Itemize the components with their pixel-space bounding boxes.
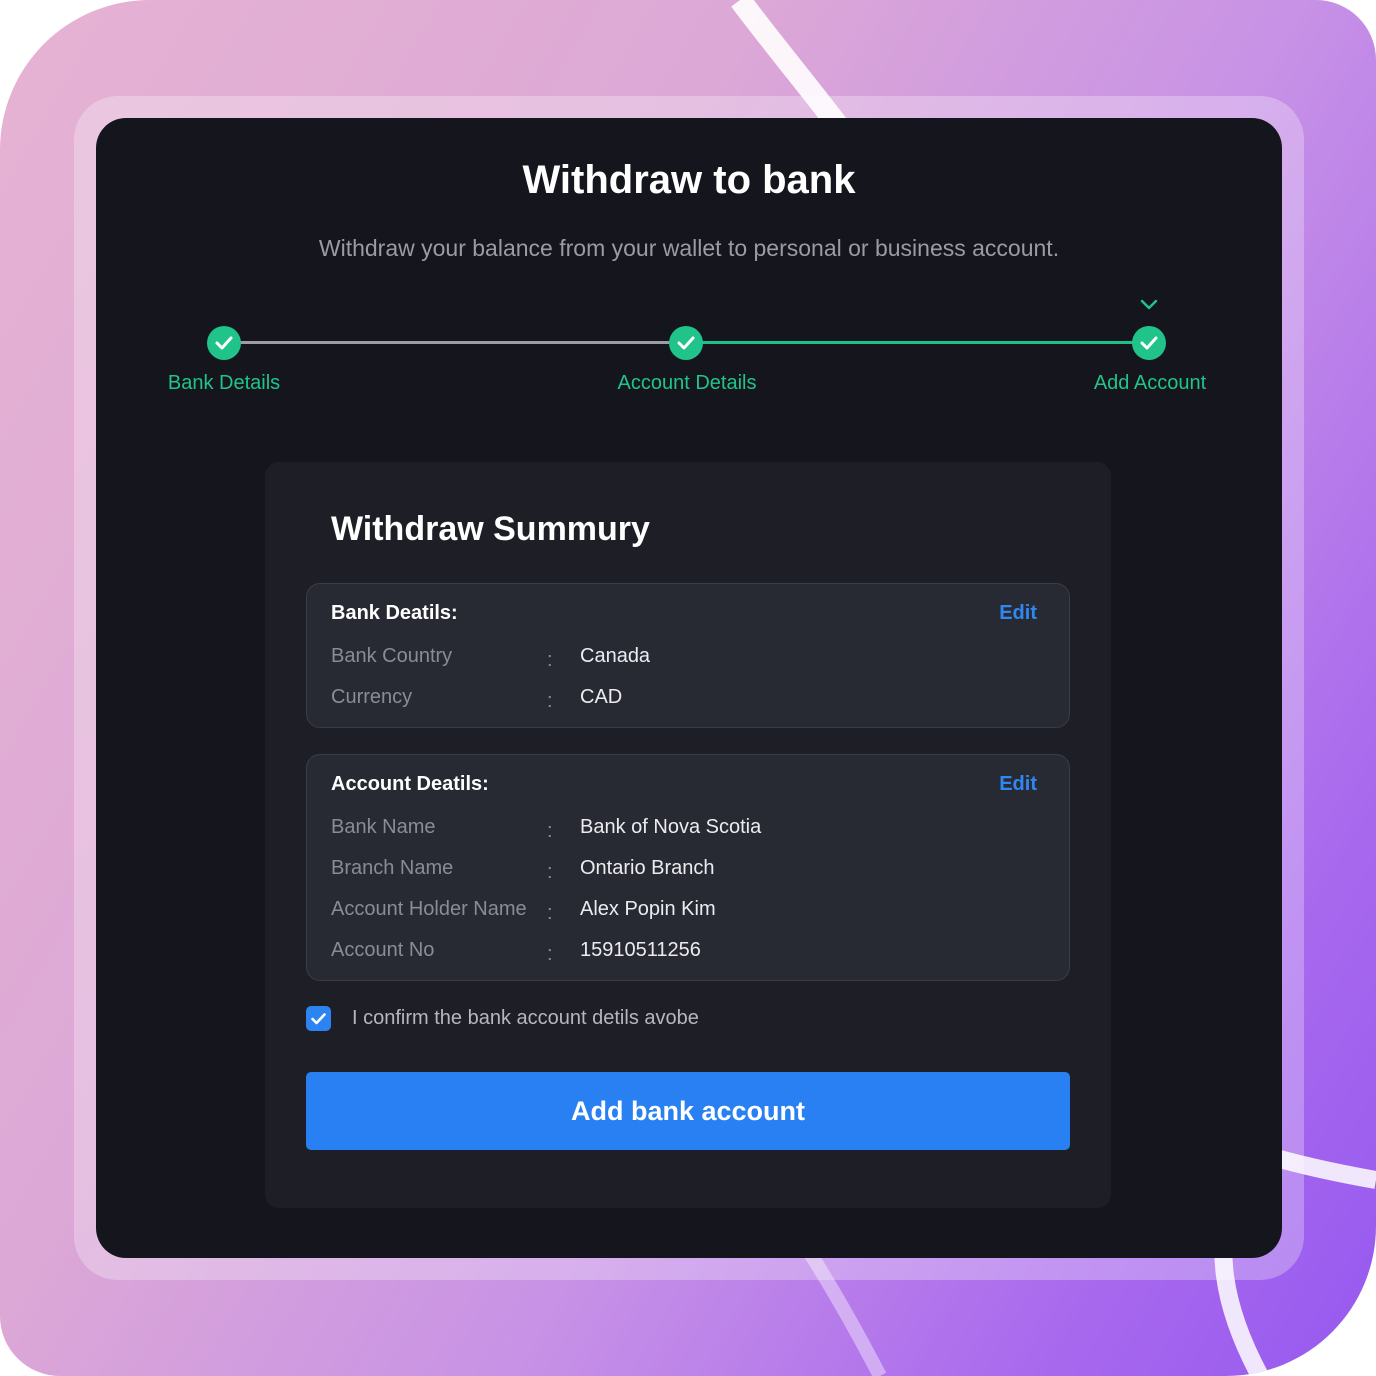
detail-label: Account Holder Name (331, 898, 527, 920)
detail-value: Bank of Nova Scotia (580, 816, 762, 838)
summary-title: Withdraw Summury (331, 510, 650, 548)
edit-bank-details-link[interactable]: Edit (999, 602, 1037, 625)
step-bank-details-check-icon (207, 326, 241, 360)
confirm-label[interactable]: I confirm the bank account detils avobe (352, 1007, 699, 1030)
confirm-row: I confirm the bank account detils avobe (306, 1006, 1006, 1032)
check-icon (311, 1012, 326, 1024)
detail-label: Bank Country (331, 645, 453, 667)
detail-row: Account No : 15910511256 (331, 939, 1051, 969)
chevron-down-icon (1140, 298, 1158, 316)
detail-value: Alex Popin Kim (580, 898, 716, 920)
detail-value: 15910511256 (580, 939, 701, 961)
bank-details-section: Bank Deatils: Edit Bank Country : Canada… (306, 583, 1070, 728)
account-details-section: Account Deatils: Edit Bank Name : Bank o… (306, 754, 1070, 981)
page-title: Withdraw to bank (522, 158, 856, 202)
step-label-account-details[interactable]: Account Details (618, 372, 757, 395)
add-bank-account-button[interactable]: Add bank account (306, 1072, 1070, 1150)
detail-value: CAD (580, 686, 623, 708)
detail-separator: : (547, 649, 553, 671)
step-connector (224, 341, 686, 344)
detail-separator: : (547, 902, 553, 924)
detail-row: Account Holder Name : Alex Popin Kim (331, 898, 1051, 928)
detail-row: Branch Name : Ontario Branch (331, 857, 1051, 887)
detail-value: Canada (580, 645, 651, 667)
detail-value: Ontario Branch (580, 857, 715, 879)
withdraw-summary-card: Withdraw Summury Bank Deatils: Edit Bank… (265, 462, 1111, 1208)
detail-row: Bank Country : Canada (331, 645, 1051, 675)
step-add-account-check-icon (1132, 326, 1166, 360)
progress-stepper: Bank Details Account Details Add Account (96, 288, 1282, 408)
detail-label: Bank Name (331, 816, 436, 838)
account-details-heading: Account Deatils: (331, 773, 489, 795)
detail-separator: : (547, 861, 553, 883)
step-label-add-account[interactable]: Add Account (1094, 372, 1206, 395)
step-connector (686, 341, 1149, 344)
detail-row: Bank Name : Bank of Nova Scotia (331, 816, 1051, 846)
detail-separator: : (547, 943, 553, 965)
detail-separator: : (547, 820, 553, 842)
detail-label: Branch Name (331, 857, 454, 879)
detail-label: Currency (331, 686, 413, 708)
page-subtitle: Withdraw your balance from your wallet t… (318, 235, 1060, 261)
detail-label: Account No (331, 939, 435, 961)
detail-separator: : (547, 690, 553, 712)
bank-details-heading: Bank Deatils: (331, 602, 458, 624)
confirm-checkbox[interactable] (306, 1006, 331, 1031)
edit-account-details-link[interactable]: Edit (999, 773, 1037, 796)
withdraw-dialog: Withdraw to bank Withdraw your balance f… (96, 118, 1282, 1258)
detail-row: Currency : CAD (331, 686, 1051, 716)
step-label-bank-details[interactable]: Bank Details (168, 372, 280, 395)
step-account-details-check-icon (669, 326, 703, 360)
